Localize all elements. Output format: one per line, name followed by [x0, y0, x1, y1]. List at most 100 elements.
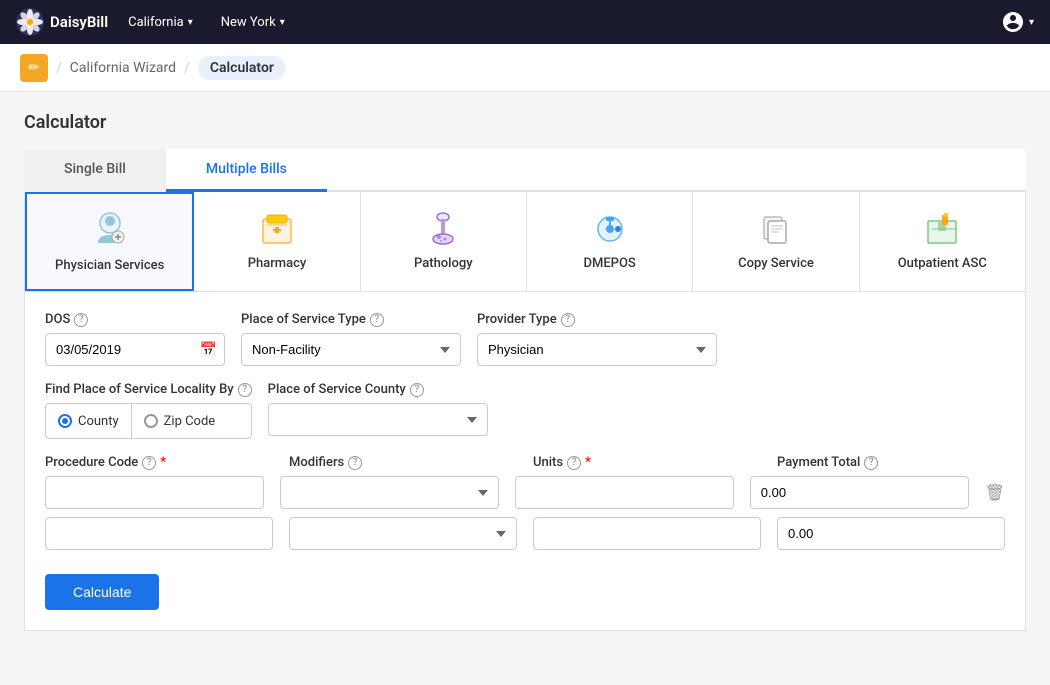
main-content: Calculator Single Bill Multiple Bills Ph…: [0, 92, 1050, 685]
service-card-copy[interactable]: Copy Service: [693, 192, 859, 291]
payment-total-input-2: [777, 517, 1005, 550]
account-circle-icon: [1001, 10, 1025, 34]
payment-total-input-1: [750, 476, 969, 509]
locality-zip-option[interactable]: Zip Code: [132, 414, 228, 429]
units-label: Units ? *: [533, 455, 761, 470]
county-radio[interactable]: [58, 414, 72, 428]
units-header-group: Units ? *: [533, 455, 761, 470]
provider-type-label: Provider Type ?: [477, 312, 717, 327]
procedure-code-label: Procedure Code ? *: [45, 455, 273, 470]
account-menu[interactable]: ▾: [1001, 10, 1034, 34]
outpatient-icon: [918, 208, 966, 248]
dos-input[interactable]: [45, 333, 225, 366]
place-of-service-label: Place of Service Type ?: [241, 312, 461, 327]
top-navigation: DaisyBill California ▾ New York ▾ ▾: [0, 0, 1050, 44]
calculator-form: DOS ? 📅 Place of Service Type ? Non-Faci…: [24, 292, 1026, 631]
service-card-pharmacy[interactable]: Pharmacy: [194, 192, 360, 291]
breadcrumb-california-wizard[interactable]: California Wizard: [70, 60, 176, 76]
calculate-button[interactable]: Calculate: [45, 574, 159, 610]
county-label: Place of Service County ?: [268, 382, 488, 397]
copy-card-label: Copy Service: [738, 256, 814, 271]
outpatient-card-label: Outpatient ASC: [898, 256, 987, 271]
zip-radio[interactable]: [144, 414, 158, 428]
tab-multiple-bills[interactable]: Multiple Bills: [166, 149, 327, 192]
locality-label: Find Place of Service Locality By ?: [45, 382, 252, 397]
form-row-headers: Procedure Code ? * Modifiers ? Units ? *: [45, 455, 1005, 470]
breadcrumb-calculator[interactable]: Calculator: [198, 56, 286, 80]
payment-total-label: Payment Total ?: [777, 455, 1005, 470]
service-type-cards: Physician Services Pharmacy: [24, 192, 1026, 292]
units-input-1[interactable]: [515, 476, 734, 509]
pathology-card-label: Pathology: [414, 256, 473, 271]
service-card-pathology[interactable]: Pathology: [361, 192, 527, 291]
procedure-help-icon[interactable]: ?: [142, 456, 156, 470]
breadcrumb: ✏ / California Wizard / Calculator: [0, 44, 1050, 92]
dos-group: DOS ? 📅: [45, 312, 225, 366]
service-card-outpatient[interactable]: Outpatient ASC: [860, 192, 1025, 291]
county-group: Place of Service County ?: [268, 382, 488, 436]
procedure-code-input-2[interactable]: [45, 517, 273, 550]
state2-dropdown[interactable]: New York ▾: [213, 11, 293, 34]
breadcrumb-icon: ✏: [20, 54, 48, 82]
calendar-icon[interactable]: 📅: [200, 342, 217, 358]
dmepos-icon: [586, 208, 634, 248]
procedure-row-2: [45, 517, 1005, 550]
payment-help-icon[interactable]: ?: [864, 456, 878, 470]
state2-chevron-icon: ▾: [280, 17, 285, 28]
copy-service-icon: [752, 208, 800, 248]
procedure-required: *: [160, 455, 166, 470]
procedure-code-input-1[interactable]: [45, 476, 264, 509]
state1-chevron-icon: ▾: [188, 17, 193, 28]
provider-type-group: Provider Type ? Physician Non-Physician …: [477, 312, 717, 366]
form-row-1: DOS ? 📅 Place of Service Type ? Non-Faci…: [45, 312, 1005, 366]
modifiers-select-2[interactable]: [289, 517, 517, 550]
page-title: Calculator: [24, 112, 1026, 133]
tab-single-bill[interactable]: Single Bill: [24, 149, 166, 192]
service-card-physician[interactable]: Physician Services: [25, 192, 194, 291]
physician-card-label: Physician Services: [55, 258, 164, 273]
locality-help-icon[interactable]: ?: [238, 383, 252, 397]
county-help-icon[interactable]: ?: [410, 383, 424, 397]
procedure-row-1: 🗑: [45, 476, 1005, 509]
procedure-code-header-group: Procedure Code ? *: [45, 455, 273, 470]
pathology-icon: [419, 208, 467, 248]
delete-row-1-button[interactable]: 🗑: [985, 483, 1005, 502]
units-input-2[interactable]: [533, 517, 761, 550]
locality-radio-group: County Zip Code: [45, 403, 252, 439]
service-card-dmepos[interactable]: DMEPOS: [527, 192, 693, 291]
modifiers-label: Modifiers ?: [289, 455, 517, 470]
pharmacy-icon: [253, 208, 301, 248]
place-of-service-select[interactable]: Non-Facility Facility: [241, 333, 461, 366]
pharmacy-card-label: Pharmacy: [248, 256, 307, 271]
modifiers-select-1[interactable]: [280, 476, 499, 509]
breadcrumb-separator2: /: [184, 60, 190, 76]
breadcrumb-separator: /: [56, 60, 62, 76]
county-option-label: County: [78, 414, 119, 429]
account-chevron-icon: ▾: [1029, 17, 1034, 28]
provider-help-icon[interactable]: ?: [561, 313, 575, 327]
dos-help-icon[interactable]: ?: [74, 313, 88, 327]
state1-label: California: [128, 15, 184, 30]
form-row-2: Find Place of Service Locality By ? Coun…: [45, 382, 1005, 439]
state1-dropdown[interactable]: California ▾: [120, 11, 201, 34]
units-help-icon[interactable]: ?: [567, 456, 581, 470]
physician-icon: [86, 210, 134, 250]
modifiers-help-icon[interactable]: ?: [348, 456, 362, 470]
dos-label: DOS ?: [45, 312, 225, 327]
locality-county-option[interactable]: County: [46, 414, 131, 429]
county-select[interactable]: [268, 403, 488, 436]
brand-name: DaisyBill: [50, 13, 108, 31]
daisy-icon: [16, 8, 44, 36]
dos-input-wrapper: 📅: [45, 333, 225, 366]
bill-tabs: Single Bill Multiple Bills: [24, 149, 1026, 192]
place-of-service-group: Place of Service Type ? Non-Facility Fac…: [241, 312, 461, 366]
place-help-icon[interactable]: ?: [370, 313, 384, 327]
modifiers-header-group: Modifiers ?: [289, 455, 517, 470]
units-required: *: [585, 455, 591, 470]
dmepos-card-label: DMEPOS: [583, 256, 635, 271]
payment-total-header-group: Payment Total ?: [777, 455, 1005, 470]
provider-type-select[interactable]: Physician Non-Physician Practitioner Phy…: [477, 333, 717, 366]
zip-option-label: Zip Code: [164, 414, 216, 429]
locality-group: Find Place of Service Locality By ? Coun…: [45, 382, 252, 439]
brand-logo: DaisyBill: [16, 8, 108, 36]
